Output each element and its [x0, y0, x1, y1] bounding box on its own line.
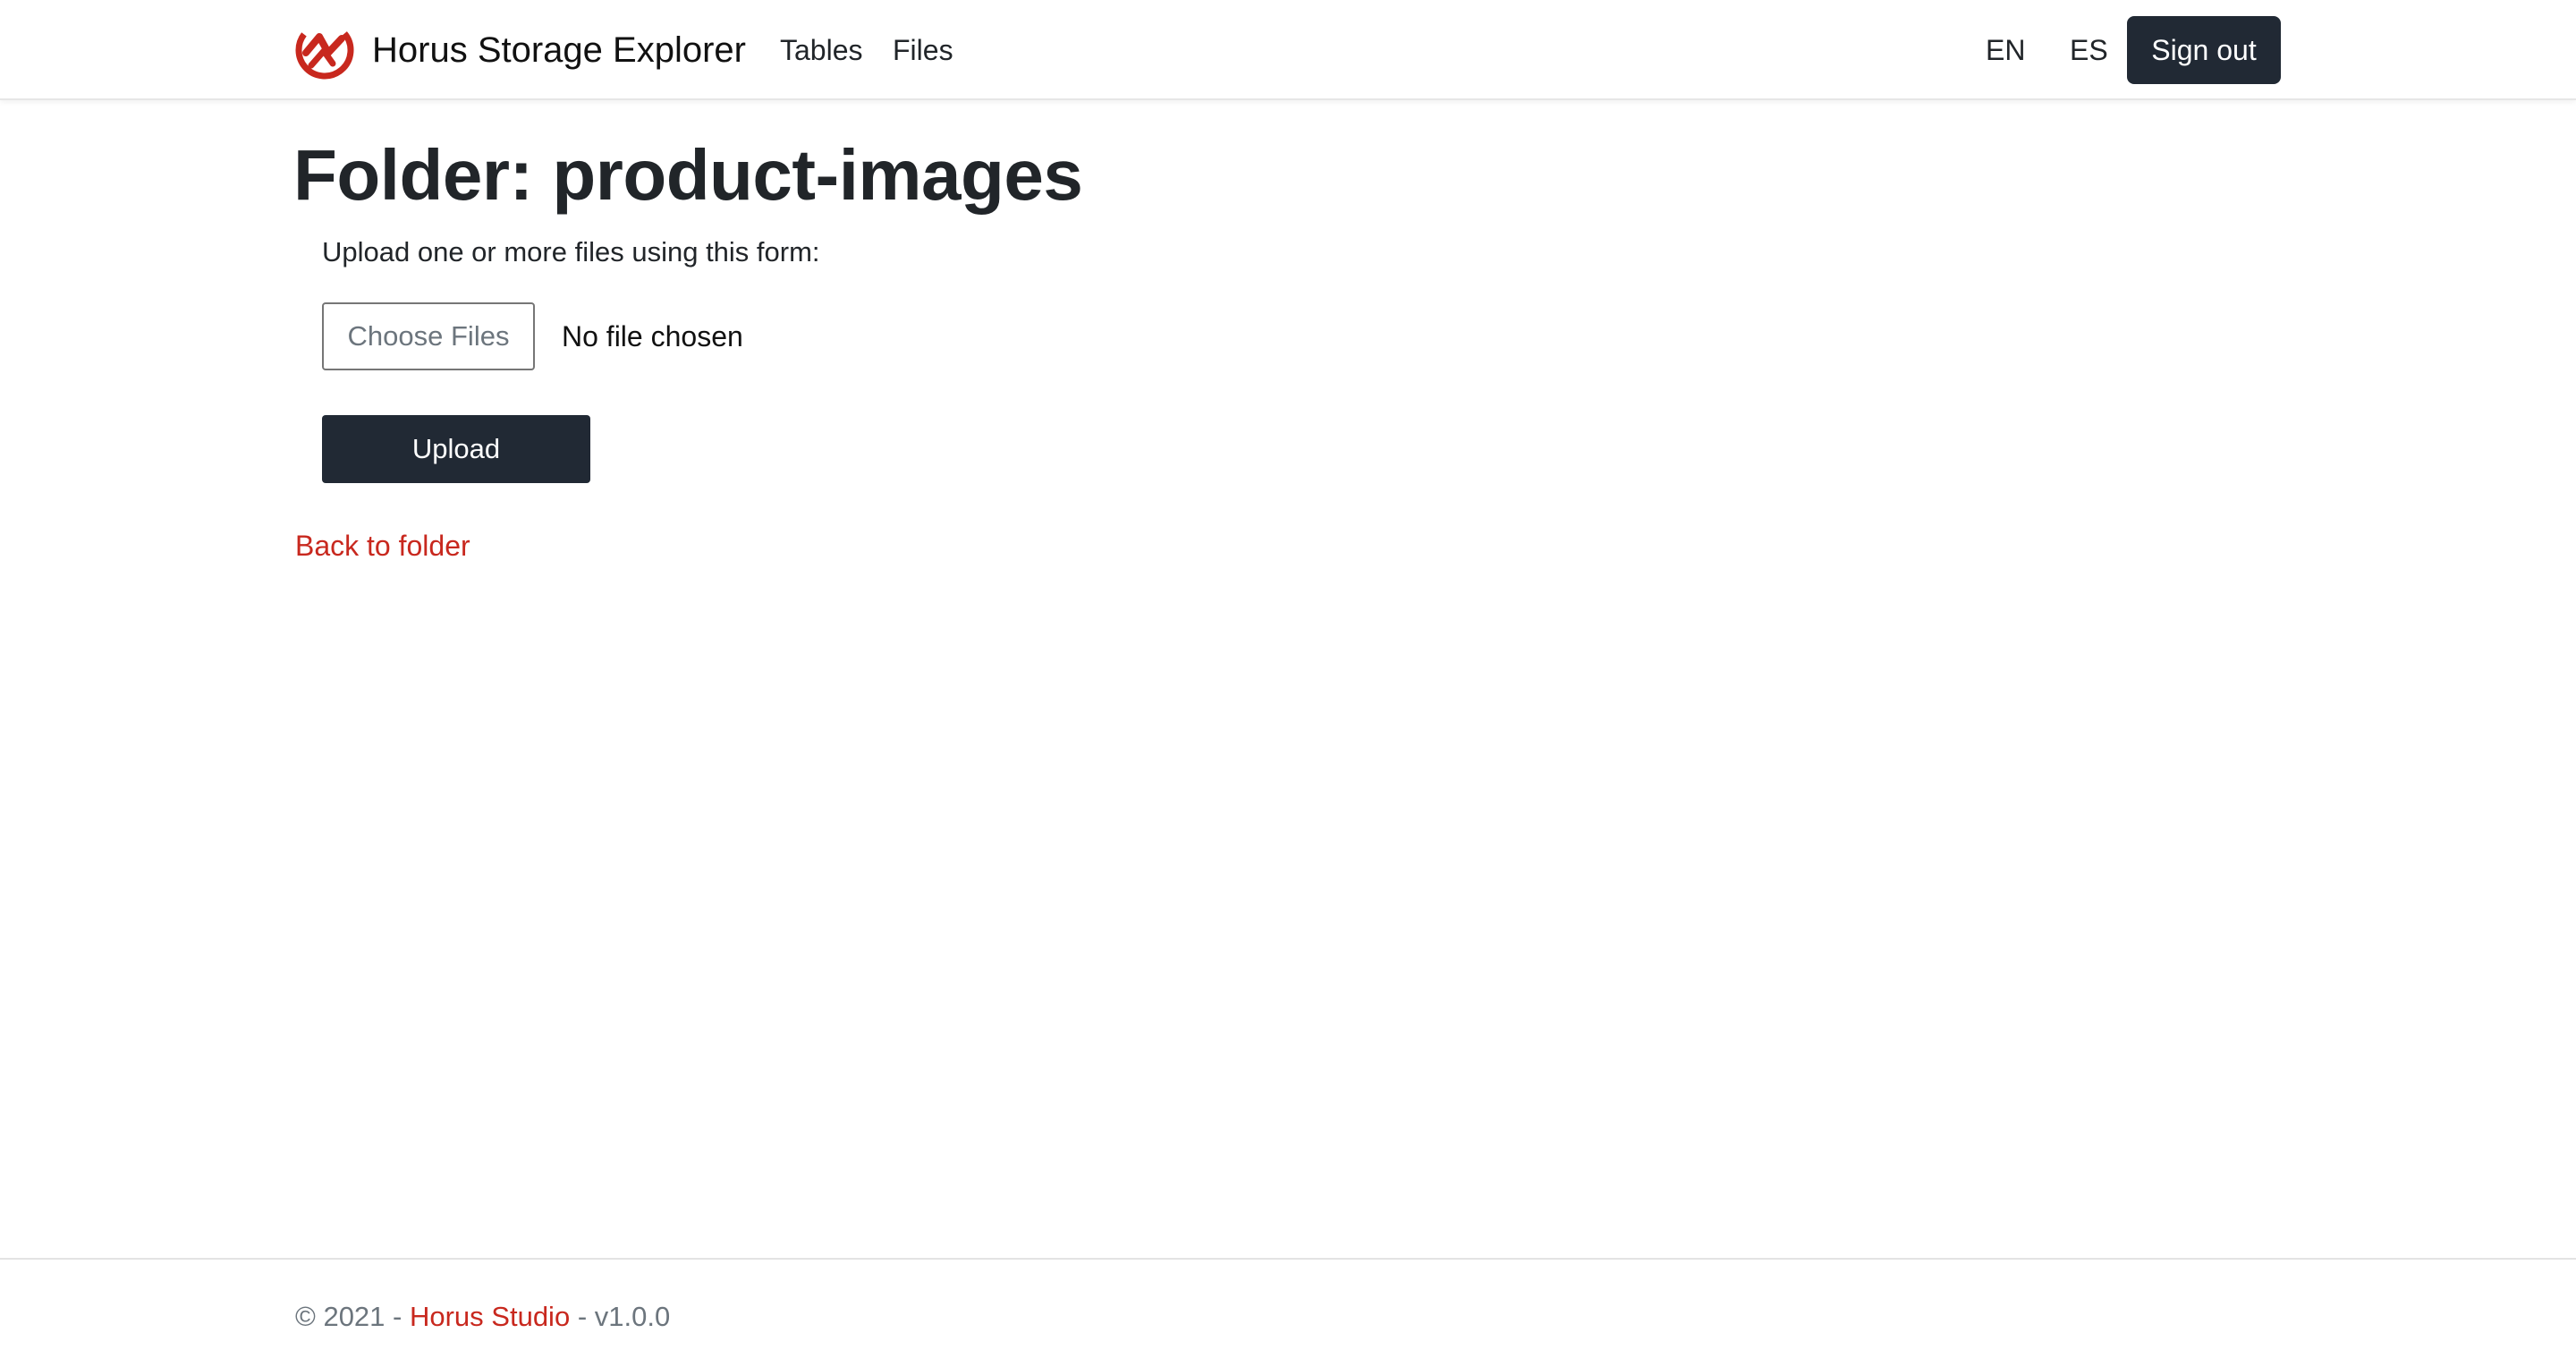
back-to-folder-link[interactable]: Back to folder: [295, 528, 470, 564]
language-es-link[interactable]: ES: [2070, 30, 2108, 70]
upload-button[interactable]: Upload: [322, 415, 590, 483]
top-navbar: Horus Storage Explorer Tables Files EN E…: [0, 0, 2576, 100]
sign-out-button[interactable]: Sign out: [2127, 16, 2281, 84]
nav-link-files[interactable]: Files: [893, 30, 953, 70]
version-text: - v1.0.0: [577, 1301, 671, 1332]
file-status-text: No file chosen: [562, 320, 743, 352]
horus-studio-link[interactable]: Horus Studio: [410, 1301, 570, 1332]
upload-help-text: Upload one or more files using this form…: [322, 236, 820, 267]
copyright-text: © 2021 -: [295, 1301, 402, 1332]
language-en-link[interactable]: EN: [1986, 30, 2025, 70]
brand-link[interactable]: Horus Storage Explorer: [295, 20, 746, 81]
nav-link-tables[interactable]: Tables: [780, 30, 863, 70]
horus-logo-icon: [295, 21, 354, 80]
brand-name: Horus Storage Explorer: [372, 30, 746, 70]
footer: © 2021 - Horus Studio - v1.0.0: [0, 1258, 2576, 1367]
footer-text: © 2021 - Horus Studio - v1.0.0: [295, 1299, 670, 1335]
page-title: Folder: product-images: [293, 135, 1083, 215]
choose-files-button[interactable]: Choose Files: [322, 302, 535, 370]
